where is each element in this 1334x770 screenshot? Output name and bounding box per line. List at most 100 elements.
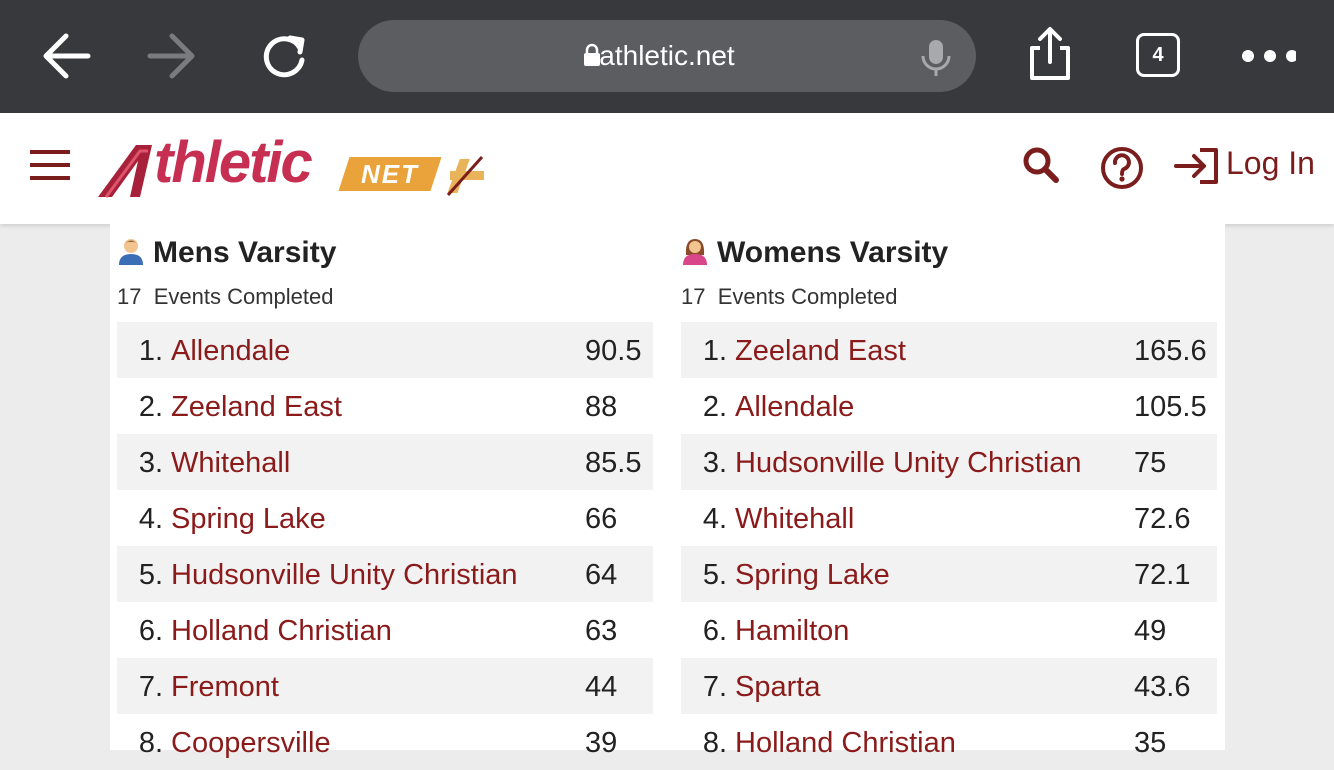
score: 39 xyxy=(585,727,618,759)
table-row: 2. Allendale 105.5 xyxy=(681,378,1217,434)
team-link[interactable]: Whitehall xyxy=(735,503,854,536)
help-icon[interactable] xyxy=(1100,146,1144,190)
score: 75 xyxy=(1134,447,1167,479)
rank: 3. xyxy=(138,447,163,479)
address-bar[interactable]: athletic.net xyxy=(358,20,976,92)
team-link[interactable]: Allendale xyxy=(735,391,854,424)
table-row: 6. Holland Christian 63 xyxy=(117,602,653,658)
score: 35 xyxy=(1134,727,1167,759)
table-row: 3. Whitehall 85.5 xyxy=(117,434,653,490)
share-icon[interactable] xyxy=(1026,26,1074,82)
rank: 3. xyxy=(702,447,727,479)
mens-events-count: 17 xyxy=(117,284,142,309)
microphone-icon[interactable] xyxy=(918,38,954,78)
team-link[interactable]: Holland Christian xyxy=(171,615,392,648)
rank: 4. xyxy=(138,503,163,535)
table-row: 4. Whitehall 72.6 xyxy=(681,490,1217,546)
score: 49 xyxy=(1134,615,1167,647)
team-link[interactable]: Holland Christian xyxy=(735,727,956,760)
male-person-icon xyxy=(119,239,143,266)
rank: 8. xyxy=(138,727,163,759)
rank: 4. xyxy=(702,503,727,535)
team-link[interactable]: Whitehall xyxy=(171,447,290,480)
team-link[interactable]: Zeeland East xyxy=(171,391,342,424)
rank: 5. xyxy=(138,559,163,591)
womens-events-label: Events Completed xyxy=(717,284,898,309)
rank: 2. xyxy=(702,391,727,423)
table-row: 8. Holland Christian 35 xyxy=(681,714,1217,770)
team-link[interactable]: Hamilton xyxy=(735,615,849,648)
team-link[interactable]: Zeeland East xyxy=(735,335,906,368)
womens-varsity-heading: Womens Varsity xyxy=(681,236,948,276)
team-link[interactable]: Spring Lake xyxy=(171,503,326,536)
score: 105.5 xyxy=(1134,391,1207,423)
rank: 1. xyxy=(702,335,727,367)
score: 66 xyxy=(585,503,618,535)
url-text: athletic.net xyxy=(599,40,735,71)
table-row: 5. Hudsonville Unity Christian 64 xyxy=(117,546,653,602)
table-row: 5. Spring Lake 72.1 xyxy=(681,546,1217,602)
score: 64 xyxy=(585,559,618,591)
table-row: 1. Allendale 90.5 xyxy=(117,322,653,378)
womens-events-count: 17 xyxy=(681,284,706,309)
team-link[interactable]: Hudsonville Unity Christian xyxy=(171,559,518,592)
table-row: 3. Hudsonville Unity Christian 75 xyxy=(681,434,1217,490)
rank: 5. xyxy=(702,559,727,591)
mens-events-label: Events Completed xyxy=(153,284,334,309)
score: 85.5 xyxy=(585,447,642,479)
score: 72.1 xyxy=(1134,559,1191,591)
score: 43.6 xyxy=(1134,671,1191,703)
table-row: 7. Fremont 44 xyxy=(117,658,653,714)
table-row: 7. Sparta 43.6 xyxy=(681,658,1217,714)
logo-net-badge: NET xyxy=(338,157,442,191)
team-link[interactable]: Sparta xyxy=(735,671,820,704)
womens-standings-list: 1. Zeeland East 165.6 2. Allendale 105.5 3. H… xyxy=(681,322,1217,770)
team-link[interactable]: Hudsonville Unity Christian xyxy=(735,447,1082,480)
team-scores-card: Mens Varsity 17 Events Completed 1. Allen… xyxy=(110,224,1225,759)
rank: 1. xyxy=(138,335,163,367)
score: 90.5 xyxy=(585,335,642,367)
team-link[interactable]: Allendale xyxy=(171,335,290,368)
table-row: 6. Hamilton 49 xyxy=(681,602,1217,658)
more-options-icon[interactable] xyxy=(1240,48,1296,64)
table-row: 2. Zeeland East 88 xyxy=(117,378,653,434)
mens-events-completed: 17 Events Completed xyxy=(117,284,333,310)
rank: 2. xyxy=(138,391,163,423)
team-link[interactable]: Spring Lake xyxy=(735,559,890,592)
team-link[interactable]: Fremont xyxy=(171,671,279,704)
rank: 6. xyxy=(702,615,727,647)
table-row: 1. Zeeland East 165.6 xyxy=(681,322,1217,378)
rank: 7. xyxy=(138,671,163,703)
login-icon[interactable] xyxy=(1174,148,1220,184)
logo-net-text: NET xyxy=(361,159,419,189)
login-link[interactable]: Log In xyxy=(1226,145,1315,182)
score: 88 xyxy=(585,391,618,423)
womens-varsity-title: Womens Varsity xyxy=(717,236,949,269)
mens-standings-list: 1. Allendale 90.5 2. Zeeland East 88 3. White… xyxy=(117,322,653,770)
rank: 6. xyxy=(138,615,163,647)
browser-toolbar: athletic.net 4 xyxy=(0,0,1334,113)
hamburger-menu-icon[interactable] xyxy=(30,148,70,182)
athleticnet-logo[interactable]: thletic NET xyxy=(96,130,496,203)
logo-wordmark: thletic xyxy=(154,130,313,195)
score: 44 xyxy=(585,671,618,703)
score: 63 xyxy=(585,615,618,647)
rank: 8. xyxy=(702,727,727,759)
tabs-button[interactable]: 4 xyxy=(1136,33,1180,77)
score: 72.6 xyxy=(1134,503,1191,535)
table-row: 4. Spring Lake 66 xyxy=(117,490,653,546)
female-person-icon xyxy=(683,239,707,266)
mens-varsity-title: Mens Varsity xyxy=(153,236,337,269)
plus-slash-icon xyxy=(446,155,484,197)
score: 165.6 xyxy=(1134,335,1207,367)
lock-icon xyxy=(584,43,600,66)
womens-events-completed: 17 Events Completed xyxy=(681,284,897,310)
back-arrow-icon[interactable] xyxy=(34,28,94,84)
team-link[interactable]: Coopersville xyxy=(171,727,331,760)
forward-arrow-icon[interactable] xyxy=(144,28,204,84)
search-icon[interactable] xyxy=(1022,146,1060,184)
mens-varsity-heading: Mens Varsity xyxy=(117,236,336,276)
reload-icon[interactable] xyxy=(254,28,314,84)
rank: 7. xyxy=(702,671,727,703)
table-row: 8. Coopersville 39 xyxy=(117,714,653,770)
